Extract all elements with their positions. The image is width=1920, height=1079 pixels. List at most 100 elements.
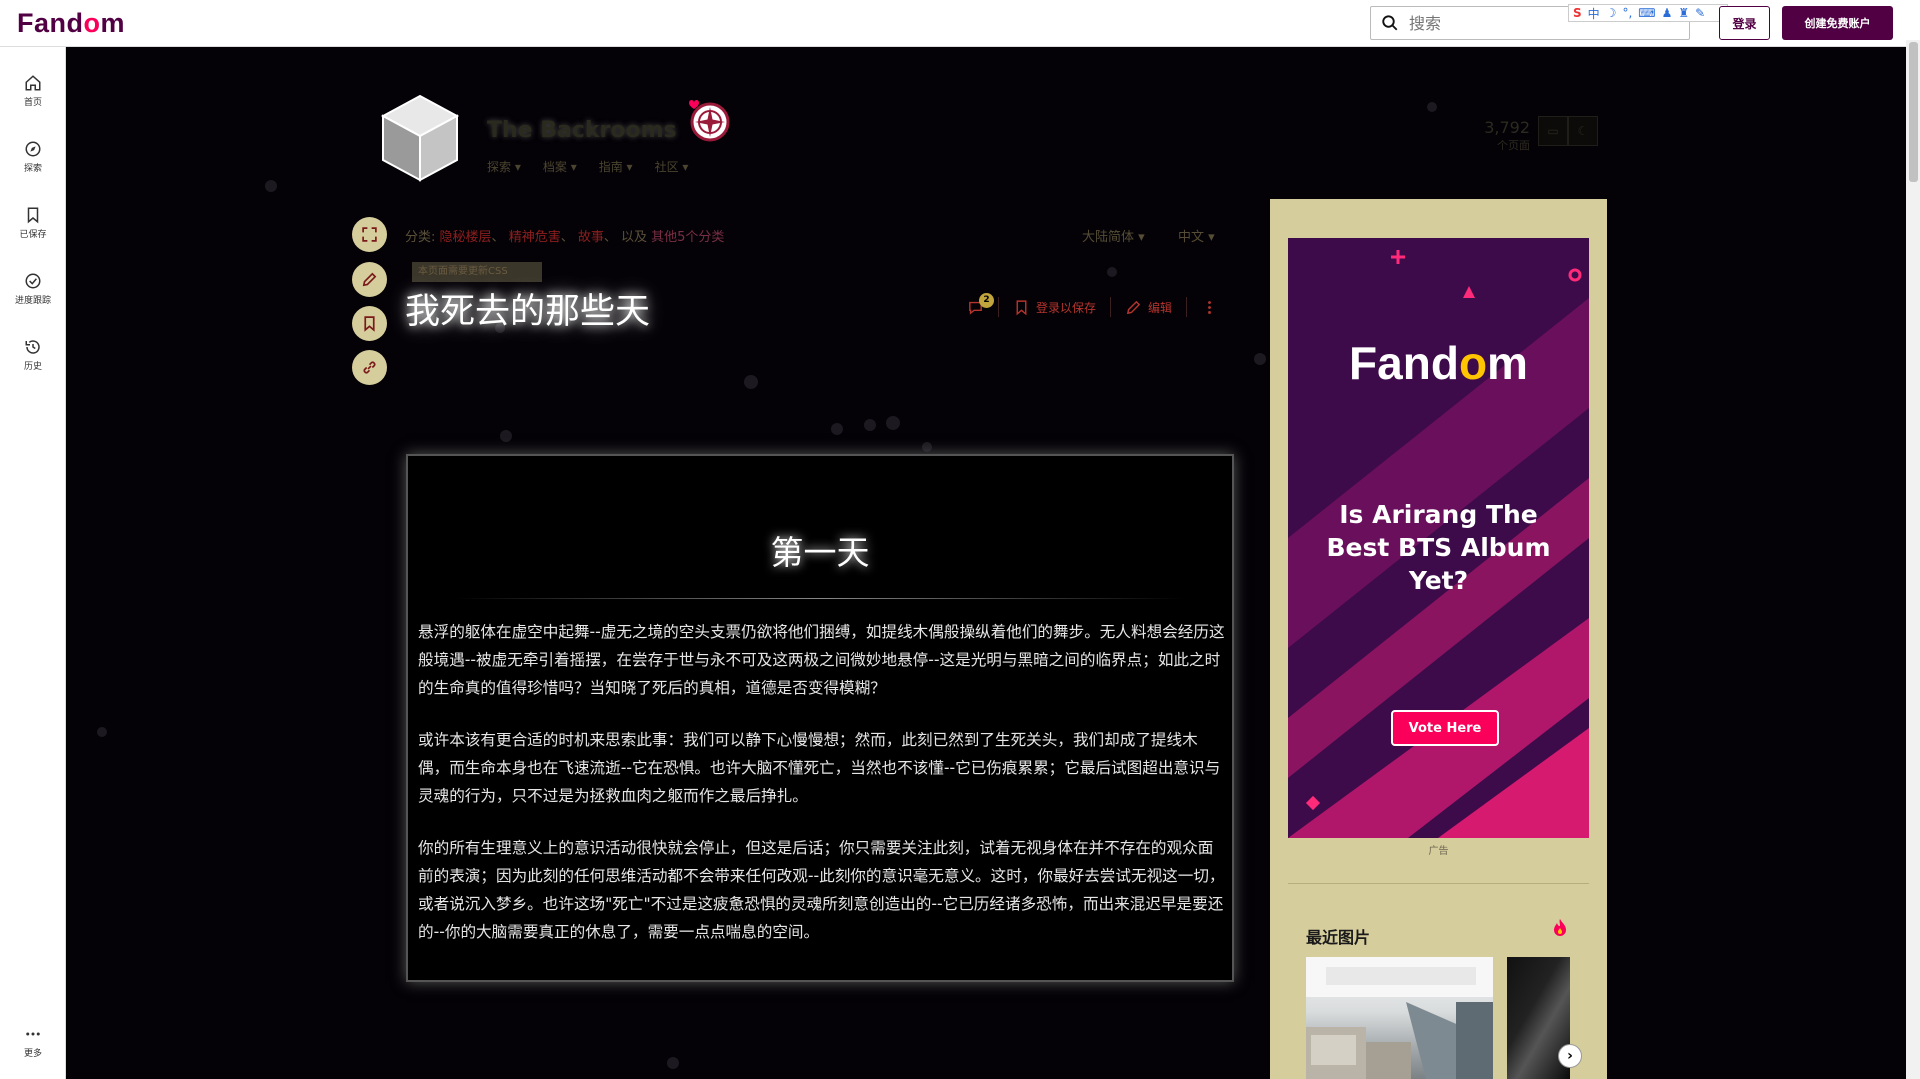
nav-more[interactable]: 更多 xyxy=(0,1025,66,1059)
nav-more-label: 更多 xyxy=(23,1049,42,1059)
article-heading: 第一天 xyxy=(770,533,870,572)
bg-particle xyxy=(886,416,900,430)
categories-bar: 分类: 隐秘楼层、 精神危害、 故事、 以及 其他5个分类 xyxy=(405,230,725,245)
global-top-bar: Fandom S中 ☽ °, ⌨ ♟ ♜ ✎ 登录 创建免费账户 xyxy=(0,0,1920,47)
bg-particle xyxy=(1107,267,1117,277)
more-actions-button[interactable] xyxy=(1201,299,1218,316)
share-link-tool-button[interactable] xyxy=(352,350,387,385)
moon-icon: ☾ xyxy=(1577,124,1589,138)
tab-guide[interactable]: 指南 xyxy=(599,158,633,175)
logo-text-start: Fand xyxy=(17,8,84,38)
category-link[interactable]: 精神危害 xyxy=(509,230,561,245)
search-input[interactable] xyxy=(1409,13,1569,33)
variant-selector[interactable]: 大陆简体 ▾ xyxy=(1082,226,1145,245)
nav-progress[interactable]: 进度跟踪 xyxy=(0,272,66,306)
nav-explore[interactable]: 探索 xyxy=(0,140,66,174)
fandom-flame-icon xyxy=(1554,919,1566,936)
nav-home[interactable]: 首页 xyxy=(0,74,66,108)
room-photo-image xyxy=(1306,957,1493,1079)
ad-fandom-logo: Fandom xyxy=(1288,336,1589,390)
theme-toggle-button[interactable]: ☾ xyxy=(1568,116,1598,146)
ime-language: 中 xyxy=(1587,6,1600,21)
ime-toolbar: S 中 ☽ °, ⌨ ♟ ♜ ✎ xyxy=(1568,4,1728,22)
nav-history[interactable]: 历史 xyxy=(0,338,66,372)
nav-saved-label: 已保存 xyxy=(19,230,47,240)
divider xyxy=(1186,297,1188,317)
save-button[interactable]: 登录以保存 xyxy=(1013,299,1096,316)
ime-moon-icon: ☽ xyxy=(1605,6,1617,20)
ime-wrench-icon: ✎ xyxy=(1695,6,1706,20)
recent-image-thumbnail[interactable] xyxy=(1306,957,1493,1079)
compass-icon xyxy=(25,141,41,157)
kebab-menu-icon xyxy=(1208,300,1211,314)
page-scrollbar[interactable] xyxy=(1906,40,1920,1079)
ime-user-icon: ♟ xyxy=(1661,6,1673,20)
scrollbar-thumb[interactable] xyxy=(1909,42,1918,182)
language-selector[interactable]: 中文 ▾ xyxy=(1178,226,1215,245)
chevron-down-icon: ▾ xyxy=(1208,230,1215,245)
pencil-icon xyxy=(1126,300,1141,314)
save-tool-button[interactable] xyxy=(352,306,387,341)
edit-button[interactable]: 编辑 xyxy=(1125,299,1172,316)
ime-punct-icon: °, xyxy=(1622,6,1633,20)
chat-icon: ▭ xyxy=(1547,124,1559,138)
logo-heart: o xyxy=(83,8,101,38)
categories-and: 以及 xyxy=(621,230,648,245)
category-link[interactable]: 隐秘楼层 xyxy=(440,230,492,245)
more-categories-link[interactable]: 其他5个分类 xyxy=(651,230,724,245)
recent-images-title: 最近图片 xyxy=(1306,928,1371,947)
category-link[interactable]: 故事 xyxy=(578,230,604,245)
bg-particle xyxy=(744,375,758,389)
bg-particle xyxy=(97,727,107,737)
create-account-button[interactable]: 创建免费账户 xyxy=(1782,6,1893,40)
logo-text-end: m xyxy=(100,8,126,38)
login-button[interactable]: 登录 xyxy=(1719,6,1770,40)
carousel-next-button[interactable]: › xyxy=(1558,1044,1582,1068)
advertisement[interactable]: Fandom Is Arirang The Best BTS Album Yet… xyxy=(1288,238,1589,838)
more-dots-icon xyxy=(26,1032,40,1036)
article-paragraph: 悬浮的躯体在虚空中起舞--虚无之境的空头支票仍欲将他们捆缚，如提线木偶般操纵着他… xyxy=(418,623,1225,697)
tab-archive[interactable]: 档案 xyxy=(543,158,577,175)
bg-particle xyxy=(864,419,876,431)
tab-explore[interactable]: 探索 xyxy=(487,158,521,175)
nav-explore-label: 探索 xyxy=(23,164,42,174)
bookmark-icon xyxy=(1016,299,1027,315)
bg-particle xyxy=(667,1057,679,1069)
nav-history-label: 历史 xyxy=(23,362,42,372)
nav-home-label: 首页 xyxy=(23,98,42,108)
bg-particle xyxy=(831,423,843,435)
bg-particle xyxy=(265,180,277,192)
edit-tool-button[interactable] xyxy=(352,262,387,297)
language-label: 中文 xyxy=(1178,230,1205,245)
ad-logo-heart: o xyxy=(1458,337,1488,389)
divider xyxy=(1110,297,1112,317)
wiki-name[interactable]: The Backrooms xyxy=(487,118,677,143)
bookmark-icon xyxy=(27,207,39,224)
categories-label: 分类: xyxy=(405,230,436,245)
wiki-logo-cube[interactable] xyxy=(375,88,465,188)
edit-label: 编辑 xyxy=(1148,300,1173,315)
compass-badge-icon[interactable] xyxy=(685,95,735,145)
discussions-button[interactable]: ▭ xyxy=(1538,116,1568,146)
article-box: 第一天 悬浮的躯体在虚空中起舞--虚无之境的空头支票仍欲将他们捆缚，如提线木偶般… xyxy=(406,454,1234,982)
nav-saved[interactable]: 已保存 xyxy=(0,206,66,240)
global-left-nav: 首页 探索 已保存 进度跟踪 历史 更多 xyxy=(0,47,66,1079)
ad-vote-button[interactable]: Vote Here xyxy=(1391,710,1499,746)
bg-particle xyxy=(1254,353,1266,365)
page-title: 我死去的那些天 xyxy=(405,292,651,332)
chevron-right-icon: › xyxy=(1567,1048,1573,1064)
fandom-logo[interactable]: Fandom xyxy=(17,8,125,39)
ad-headline: Is Arirang The Best BTS Album Yet? xyxy=(1326,500,1551,595)
bg-particle xyxy=(922,442,932,452)
tab-community[interactable]: 社区 xyxy=(655,158,689,175)
fullscreen-tool-button[interactable] xyxy=(352,217,387,252)
ime-s-icon: S xyxy=(1573,6,1582,20)
ad-logo-text-start: Fand xyxy=(1349,337,1459,389)
save-label: 登录以保存 xyxy=(1036,300,1097,315)
variant-label: 大陆简体 xyxy=(1082,230,1135,245)
ad-label: 广告 xyxy=(1428,846,1449,857)
page-count: 3,792 个页面 xyxy=(1480,118,1530,153)
nav-progress-label: 进度跟踪 xyxy=(14,296,51,306)
bg-particle xyxy=(500,430,512,442)
page-actions: 登录以保存 编辑 xyxy=(967,297,1218,317)
